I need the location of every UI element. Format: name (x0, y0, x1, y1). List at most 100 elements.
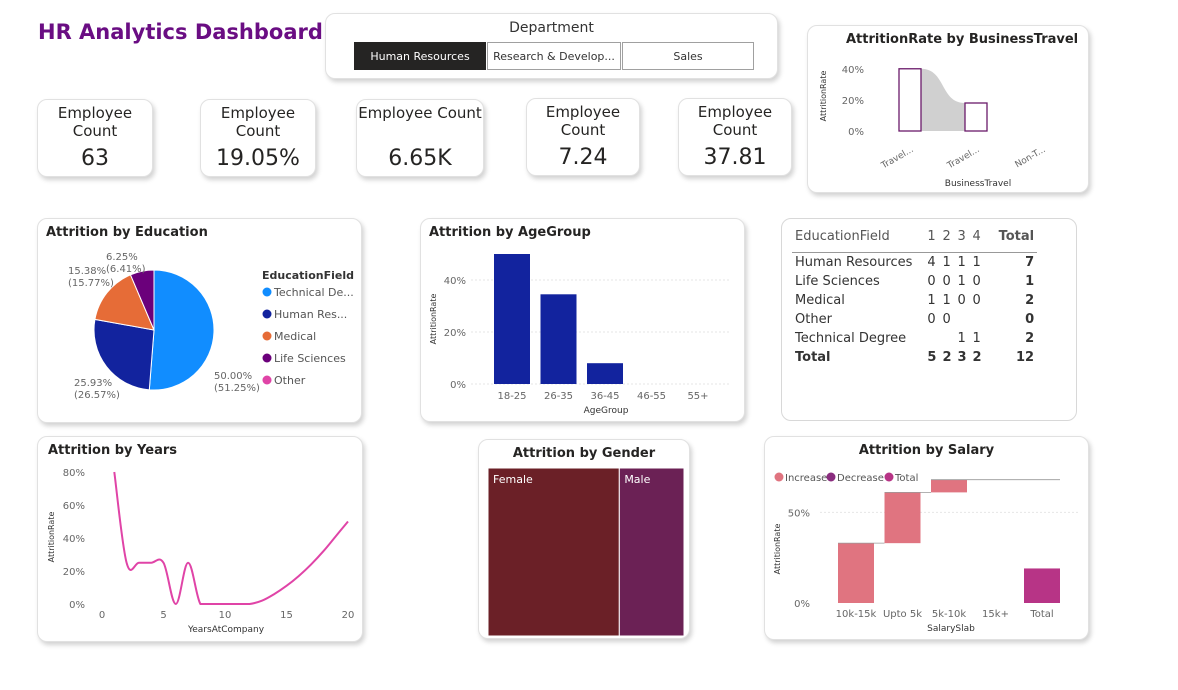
legend-marker (262, 375, 272, 385)
kpi-label: Employee Count (697, 103, 773, 139)
dashboard-title: HR Analytics Dashboard (38, 20, 323, 44)
x-tick-label: 46-55 (637, 391, 666, 402)
bar (898, 68, 922, 132)
waterfall-bar (838, 543, 874, 603)
legend-marker (262, 287, 272, 297)
y-tick-label: 0% (450, 380, 466, 391)
table-cell: Medical (795, 292, 845, 308)
kpi-value: 19.05% (216, 146, 300, 171)
years-chart-card: Attrition by Years 0% 20% 40% 60% 80% 0 5 10 15 2… (37, 436, 363, 642)
kpi-value: 37.81 (703, 145, 767, 170)
years-line-chart: 0% 20% 40% 60% 80% 0 5 10 15 20 YearsAtCompany Attr… (47, 468, 354, 635)
legend-marker (826, 472, 836, 482)
pie-data-label-sub: (26.57%) (74, 390, 120, 401)
kpi-card-salary: Employee Count 6.65K (356, 99, 484, 177)
pie-data-label-sub: (51.25%) (214, 383, 260, 394)
bar (964, 102, 988, 132)
bar (494, 254, 530, 384)
table-cell: 0 (972, 273, 981, 289)
table-cell: Technical Degree (795, 330, 907, 346)
bar (540, 294, 577, 384)
x-tick-label: 15 (280, 610, 293, 621)
y-tick-label: 20% (63, 567, 85, 578)
slicer-option-human-resources[interactable]: Human Resources (354, 42, 486, 70)
slicer-option-sales[interactable]: Sales (622, 42, 754, 70)
waterfall-bar (884, 492, 921, 544)
x-tick-label: 10 (219, 610, 232, 621)
pie-data-label: 25.93% (74, 378, 112, 389)
pie-data-label-sub: (6.41%) (106, 264, 146, 275)
legend-item: Total (894, 473, 918, 484)
y-tick-label: 50% (788, 508, 810, 519)
x-axis-label: SalarySlab (927, 624, 975, 634)
table-cell: Total (795, 349, 831, 365)
legend-marker (262, 309, 272, 319)
x-tick-label: 55+ (687, 391, 708, 402)
table-cell: 7 (984, 252, 1038, 272)
table-row: Life Sciences 0 0 1 0 1 (792, 272, 1037, 291)
y-axis-label: AttritionRate (47, 512, 56, 563)
kpi-value: 6.65K (388, 146, 452, 171)
y-tick-label: 20% (444, 328, 466, 339)
table-cell: 0 (942, 311, 951, 327)
travel-chart: 0% 20% 40% Travel... Travel... Non-T...Busine… (819, 65, 1048, 189)
y-tick-label: 40% (842, 65, 864, 76)
kpi-card-age: Employee Count 37.81 (678, 98, 792, 176)
table-cell: 1 (954, 252, 970, 272)
x-tick-label: 36-45 (590, 391, 619, 402)
table-cell: 1 (969, 252, 985, 272)
agegroup-bar-chart: 0% 20% 40% 18-25 26-35 36-45 46-55 55+ AgeGroup A… (429, 254, 731, 416)
department-slicer: Department Human Resources Research & De… (325, 13, 778, 79)
travel-chart-card: AttritionRate by BusinessTravel 0% 20% 40%… (807, 25, 1089, 193)
slicer-title: Department (509, 20, 594, 36)
gender-treemap: Female Male (487, 467, 685, 637)
education-chart-card: Attrition by Education 50.00% (51.25%) 25.… (37, 218, 362, 423)
kpi-card-years: Employee Count 7.24 (526, 98, 640, 176)
x-tick-label: 15k+ (982, 609, 1009, 620)
y-axis-label: AttritionRate (819, 71, 828, 122)
table-cell: 3 (957, 349, 967, 365)
x-tick-label: 26-35 (544, 391, 573, 402)
table-cell (955, 310, 970, 329)
y-tick-label: 0% (848, 127, 864, 138)
kpi-label: Employee Count (545, 103, 621, 139)
legend-title: EducationField (262, 269, 354, 282)
x-axis-label: AgeGroup (584, 406, 629, 416)
treemap-tile (618, 467, 685, 637)
table-cell: 2 (972, 349, 982, 365)
x-tick-label: 5k-10k (932, 609, 966, 620)
gender-chart-card: Attrition by Gender Female Male (478, 439, 690, 639)
line-series (113, 471, 349, 606)
waterfall-total-bar (1024, 568, 1060, 603)
table-cell: 2 (1025, 292, 1035, 308)
education-matrix: EducationField 1 2 3 4 Total Human Resources 4 1… (792, 229, 1038, 367)
y-tick-label: 40% (63, 534, 85, 545)
table-cell: 1 (927, 292, 936, 308)
slicer-option-research[interactable]: Research & Develop... (487, 42, 621, 70)
table-cell: 0 (1025, 311, 1035, 327)
y-tick-label: 80% (63, 468, 85, 479)
treemap-tile (487, 467, 620, 637)
legend-item: Decrease (837, 473, 884, 484)
table-cell: 5 (927, 349, 937, 365)
kpi-value: 63 (81, 146, 109, 171)
table-cell (939, 329, 954, 348)
table-cell: 4 (972, 229, 981, 244)
table-cell (970, 310, 985, 329)
x-tick-label: 18-25 (497, 391, 526, 402)
salary-chart-card: Attrition by Salary Increase Decrease Tota… (764, 436, 1089, 640)
y-tick-label: 0% (69, 600, 85, 611)
y-tick-label: 20% (842, 96, 864, 107)
y-tick-label: 40% (444, 276, 466, 287)
x-tick-label: Travel... (945, 145, 981, 172)
kpi-label: Employee Count (358, 104, 482, 122)
pie-data-label: 6.25% (106, 252, 138, 263)
legend-marker (262, 331, 272, 341)
table-cell (924, 329, 939, 348)
table-cell: Human Resources (792, 252, 925, 272)
treemap-label: Male (624, 473, 650, 486)
table-cell: 1 (957, 273, 966, 289)
table-cell: 2 (942, 349, 952, 365)
x-tick-label: Non-T... (1014, 145, 1048, 170)
table-cell: 1 (972, 330, 981, 346)
